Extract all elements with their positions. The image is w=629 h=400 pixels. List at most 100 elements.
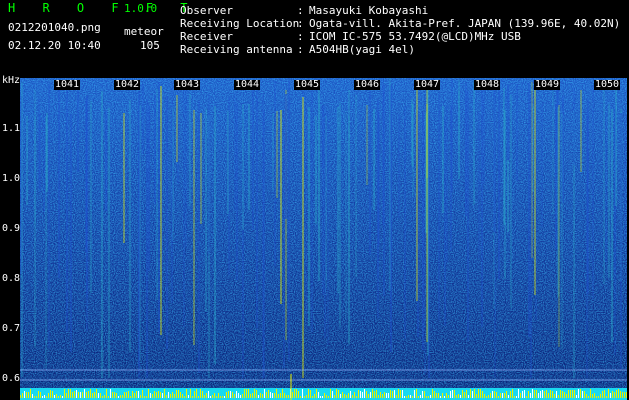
strip-bar [260,393,261,398]
y-tick-label: 1.0 [2,173,21,184]
antenna-value: A504HB(yagi 4el) [309,43,415,56]
strip-bar [572,390,573,398]
strip-bar [498,396,499,398]
strip-bar [600,394,601,398]
strip-bar [302,389,303,398]
strip-bar [56,394,57,398]
strip-bar [214,393,215,398]
strip-bar [536,390,537,398]
strip-bar [560,390,561,398]
strip-bar [168,392,169,398]
strip-bar [250,394,251,398]
location-value: Ogata-vill. Akita-Pref. JAPAN (139.96E, … [309,17,621,30]
strip-bar [562,391,563,398]
strip-bar [254,389,255,398]
strip-bar [50,390,51,398]
strip-bar [82,392,83,398]
strip-bar [608,389,609,398]
strip-bar [398,389,399,398]
strip-bar [84,389,85,398]
strip-bar [178,390,179,398]
strip-bar [624,392,625,398]
strip-bar [268,390,269,398]
strip-bar [450,391,451,398]
strip-bar [362,392,363,398]
strip-bar [432,389,433,398]
strip-bar [446,393,447,398]
strip-bar [76,390,77,398]
strip-bar [304,396,305,398]
strip-bar [26,392,27,398]
strip-bar [352,395,353,398]
strip-bar [466,390,467,398]
strip-bar [384,392,385,398]
x-tick-label: 1045 [294,79,321,90]
strip-bar [54,395,55,398]
strip-bar [246,389,247,398]
info-row-observer: Observer: Masayuki Kobayashi [180,4,429,17]
strip-bar [532,389,533,398]
strip-bar [138,391,139,398]
strip-bar [598,396,599,398]
strip-bar [120,395,121,398]
strip-bar [46,396,47,398]
strip-bar [152,394,153,398]
strip-bar [196,389,197,398]
strip-bar [424,391,425,398]
strip-bar [314,394,315,398]
strip-bar [556,391,557,398]
strip-bar [438,393,439,398]
strip-bar [574,390,575,398]
strip-bar [508,395,509,398]
y-tick-label: 0.6 [2,373,21,384]
strip-bar [406,396,407,398]
strip-bar [456,395,457,398]
strip-bar [522,391,523,398]
strip-bar [496,392,497,398]
strip-bar [540,391,541,398]
strip-bar [586,394,587,398]
strip-bar [582,391,583,398]
strip-bar [402,390,403,398]
strip-bar [422,391,423,398]
strip-bar [502,393,503,398]
y-tick-label: 0.8 [2,273,21,284]
strip-bar [590,389,591,398]
strip-bar [594,393,595,398]
x-tick-label: 1050 [594,79,621,90]
strip-bar [410,395,411,398]
strip-bar [316,389,317,398]
strip-bar [548,393,549,398]
strip-bar [542,390,543,398]
info-row-receiver: Receiver: ICOM IC-575 53.7492(@LCD)MHz US… [180,30,521,43]
strip-bar [72,392,73,398]
strip-bar [604,390,605,398]
strip-bar [126,392,127,398]
strip-bar [392,391,393,398]
strip-bar [580,389,581,398]
strip-bar [94,392,95,398]
strip-bar [52,391,53,398]
strip-bar [354,392,355,398]
strip-bar [308,389,309,398]
strip-bar [516,396,517,398]
x-tick-label: 1042 [114,79,141,90]
strip-bar [480,389,481,398]
strip-bar [396,395,397,398]
strip-bar [434,391,435,398]
strip-bar [58,396,59,398]
strip-bar [240,395,241,398]
strip-bar [68,389,69,398]
strip-bar [484,394,485,398]
x-tick-label: 1043 [174,79,201,90]
strip-bar [418,396,419,398]
strip-bar [182,394,183,398]
strip-bar [92,393,93,398]
strip-bar [324,393,325,398]
strip-bar [342,392,343,398]
strip-bar [280,393,281,398]
strip-bar [348,393,349,398]
strip-bar [318,392,319,398]
strip-bar [394,390,395,398]
strip-bar [284,393,285,398]
